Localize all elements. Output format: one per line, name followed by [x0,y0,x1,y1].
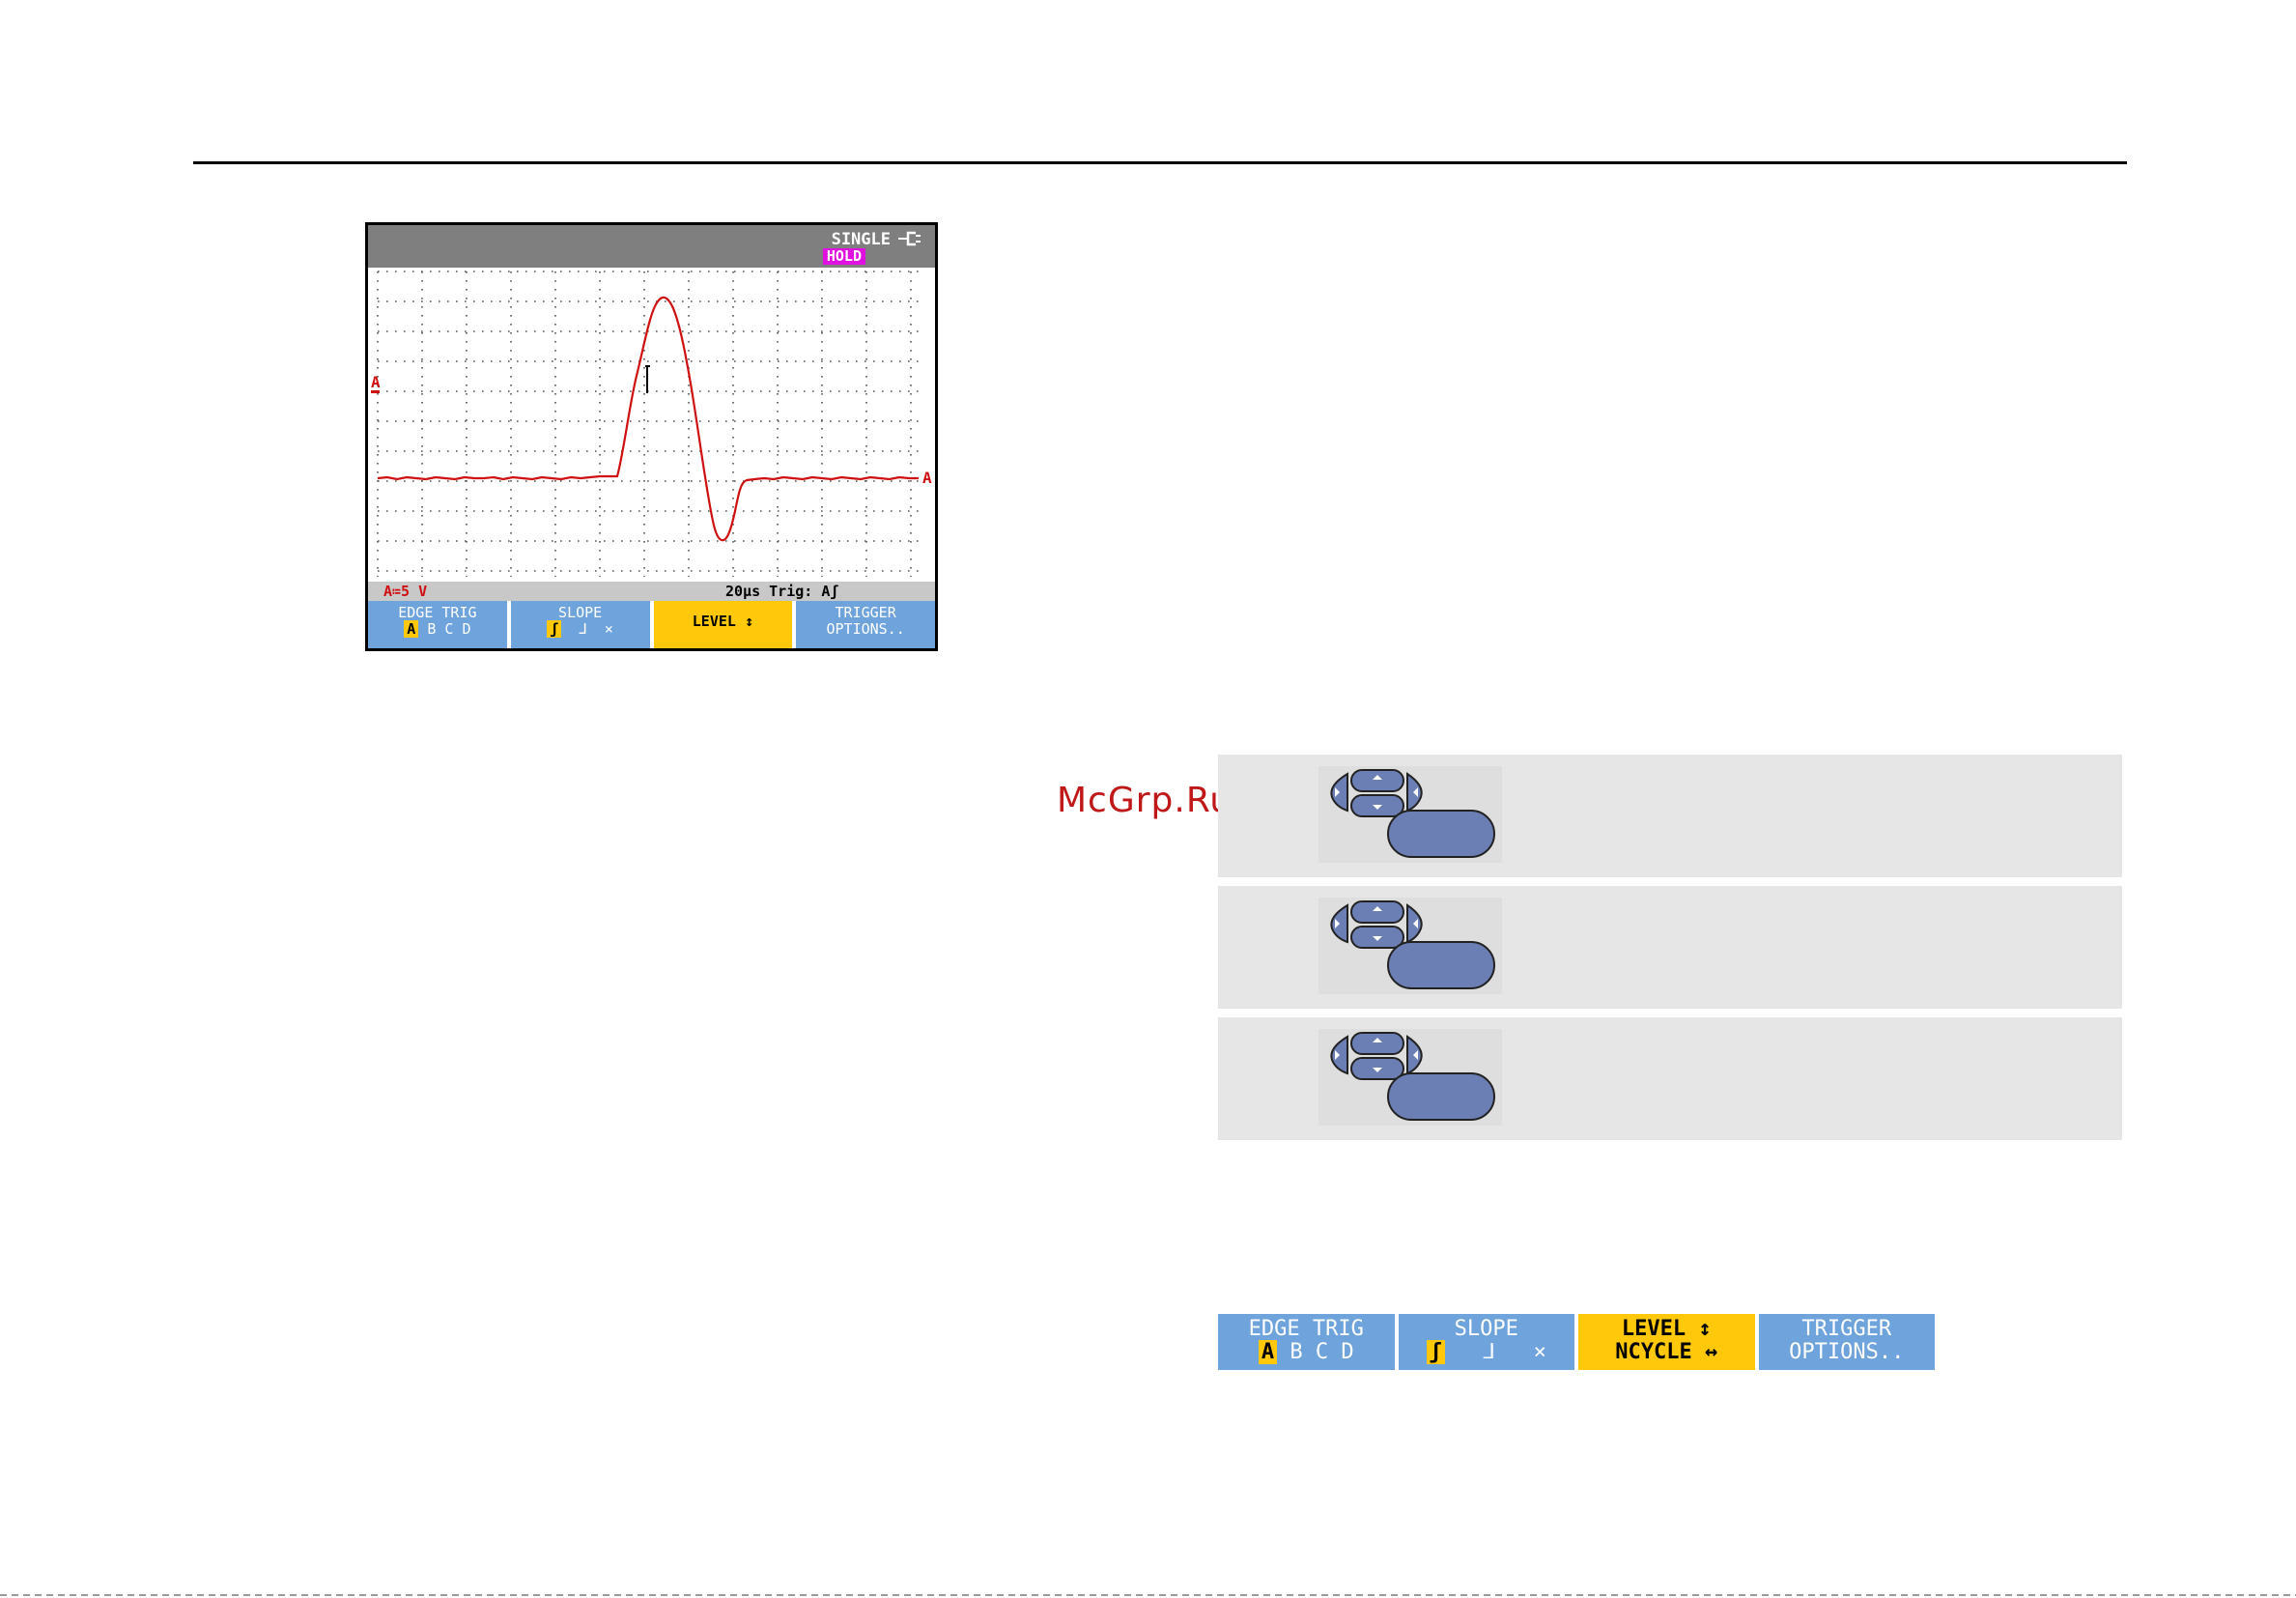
channel-marker-right: A [922,469,932,487]
softkey-trigger-options-2[interactable]: TRIGGER OPTIONS.. [1758,1314,1935,1370]
vertical-scale: A≔5 V [383,583,428,600]
arrow-keypad-icon [1318,766,1502,863]
arrow-keypad-icon [1318,1029,1502,1126]
trigger-marker [645,365,650,393]
slope-rising-icon: ʃ [1426,1340,1445,1364]
hold-badge: HOLD [822,248,865,265]
grid [377,271,919,577]
waveform-plot: A A [371,271,932,577]
watermark: McGrp.Ru [1057,781,1233,820]
option-b: B [427,620,437,638]
slope-falling-icon: ⅃ [1483,1340,1495,1364]
option-c: C [1315,1340,1329,1364]
slope-either-icon: ⨯ [604,620,613,638]
softkey-slope[interactable]: SLOPE ʃ ⅃ ⨯ [510,601,650,648]
softkey-slope-2[interactable]: SLOPE ʃ ⅃ ⨯ [1398,1314,1574,1370]
softkey-bar: EDGE TRIG A B C D SLOPE ʃ ⅃ ⨯ LEVEL ↕ NC… [1218,1314,1935,1370]
option-d: D [1341,1340,1354,1364]
option-d: D [462,620,471,638]
option-a: A [404,620,419,638]
option-b: B [1290,1340,1303,1364]
channel-marker-left: A [371,373,381,391]
step-row-1 [1218,755,2122,877]
option-a: A [1258,1340,1278,1364]
header-rule [193,161,2127,164]
mode-label: SINGLE [831,230,891,249]
scope-header: SINGLE HOLD [368,225,935,268]
step-row-2 [1218,886,2122,1009]
slope-either-icon: ⨯ [1533,1340,1546,1364]
plug-icon [898,231,921,246]
page-edge [0,1594,2296,1596]
signal-trace [377,296,919,542]
timebase-trigger: 20µs Trig: Aʃ [725,583,839,600]
status-bar: A≔5 V 20µs Trig: Aʃ [368,582,935,601]
scope-screen: SINGLE HOLD A A A≔5 V 20µs Trig: Aʃ EDGE… [365,222,938,651]
arrow-keypad-icon [1318,898,1502,994]
scope-softkeys: EDGE TRIG A B C D SLOPE ʃ ⅃ ⨯ LEVEL ↕ TR… [368,601,935,648]
softkey-level[interactable]: LEVEL ↕ [653,601,793,648]
option-c: C [444,620,454,638]
softkey-level-ncycle[interactable]: LEVEL ↕ NCYCLE ↔ [1578,1314,1755,1370]
step-row-3 [1218,1017,2122,1140]
softkey-edge-trig[interactable]: EDGE TRIG A B C D [368,601,507,648]
softkey-trigger-options[interactable]: TRIGGER OPTIONS.. [796,601,935,648]
slope-falling-icon: ⅃ [579,620,587,638]
slope-rising-icon: ʃ [547,620,562,638]
softkey-edge-trig-2[interactable]: EDGE TRIG A B C D [1218,1314,1395,1370]
